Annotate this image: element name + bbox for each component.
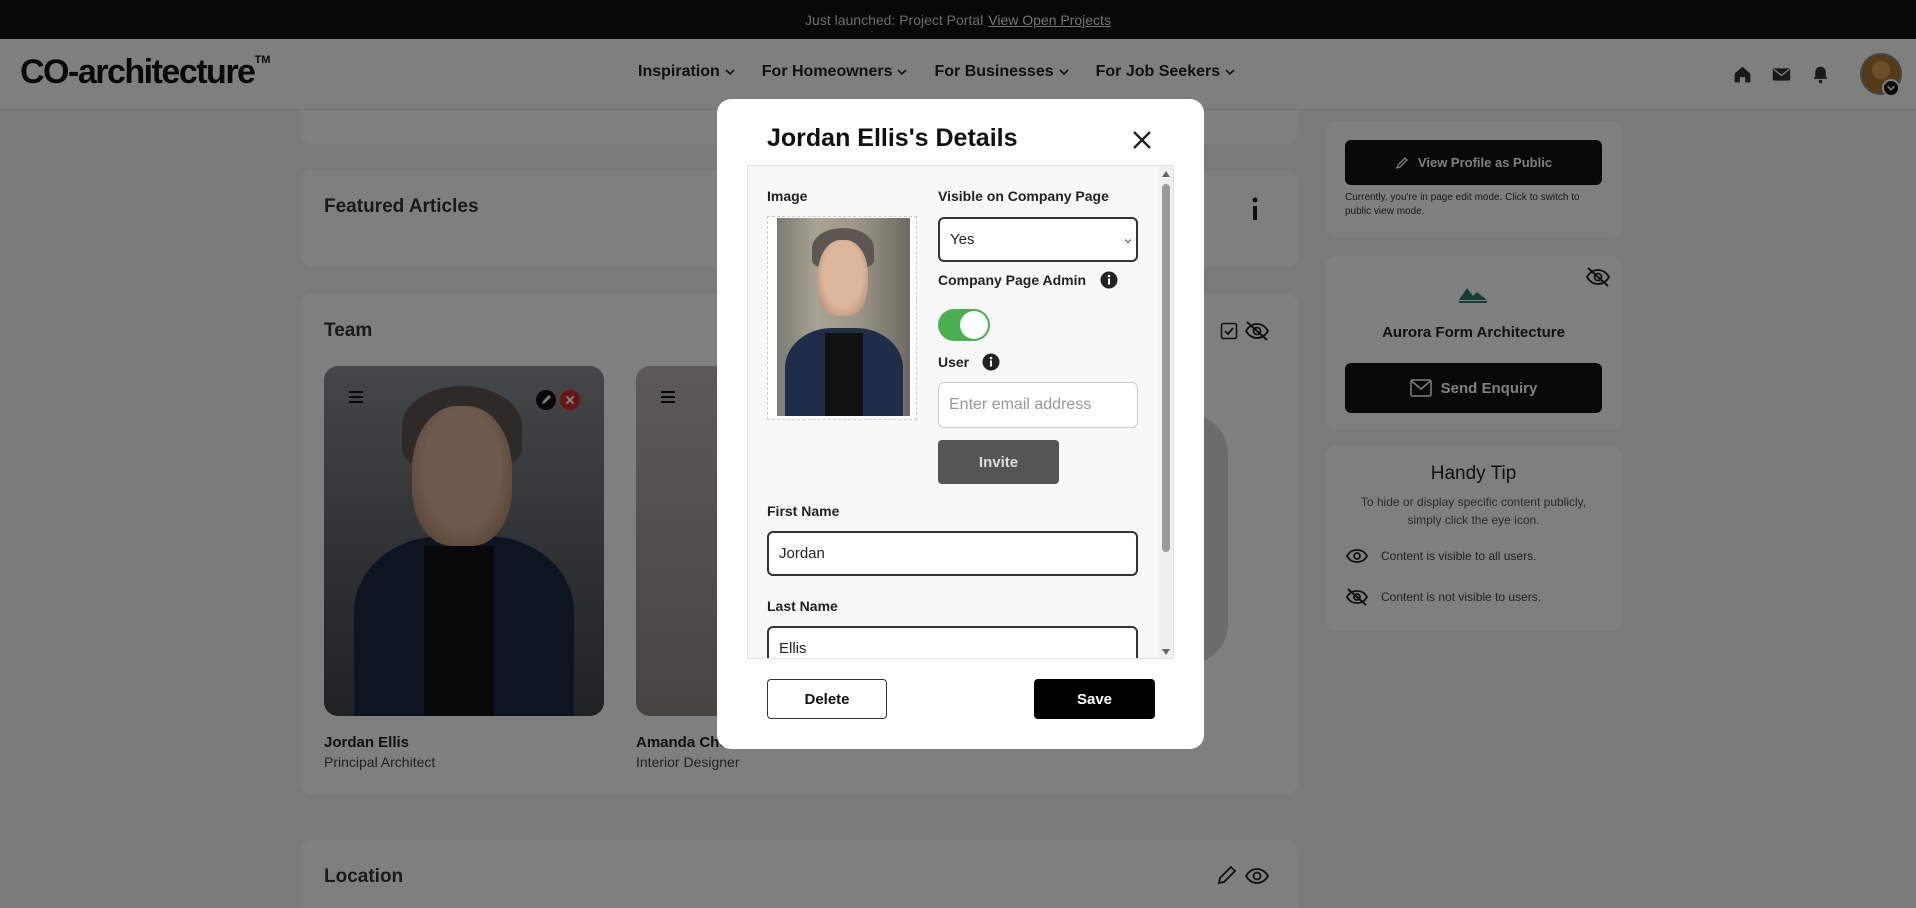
image-label: Image [767, 188, 808, 204]
info-icon[interactable] [982, 353, 1000, 371]
last-name-input[interactable]: Ellis [767, 626, 1138, 658]
info-icon[interactable] [1100, 271, 1118, 289]
close-icon[interactable] [1129, 127, 1155, 153]
visible-on-company-page-select[interactable]: Yes [938, 217, 1138, 262]
scroll-up-arrow-icon[interactable] [1161, 170, 1171, 178]
member-photo [777, 218, 910, 416]
member-details-modal: Jordan Ellis's Details Image Visible on … [717, 99, 1204, 749]
user-email-input[interactable]: Enter email address [938, 382, 1138, 428]
details-scroll-area[interactable]: Image Visible on Company Page Yes Compan… [747, 165, 1174, 659]
visible-on-company-page-label: Visible on Company Page [938, 188, 1109, 204]
scroll-down-arrow-icon[interactable] [1161, 648, 1171, 656]
company-page-admin-toggle[interactable] [938, 309, 990, 341]
modal-title: Jordan Ellis's Details [767, 124, 1018, 152]
chevron-down-icon [1124, 239, 1132, 244]
first-name-label: First Name [767, 503, 840, 519]
image-upload-area[interactable] [767, 216, 917, 420]
scroll-thumb[interactable] [1162, 184, 1170, 552]
user-label: User [938, 354, 970, 370]
save-button[interactable]: Save [1034, 679, 1155, 719]
first-name-input[interactable]: Jordan [767, 531, 1138, 576]
scrollbar[interactable] [1159, 166, 1173, 658]
company-page-admin-label: Company Page Admin [938, 272, 1087, 288]
invite-button[interactable]: Invite [938, 440, 1059, 484]
delete-button[interactable]: Delete [767, 679, 887, 719]
last-name-label: Last Name [767, 598, 838, 614]
